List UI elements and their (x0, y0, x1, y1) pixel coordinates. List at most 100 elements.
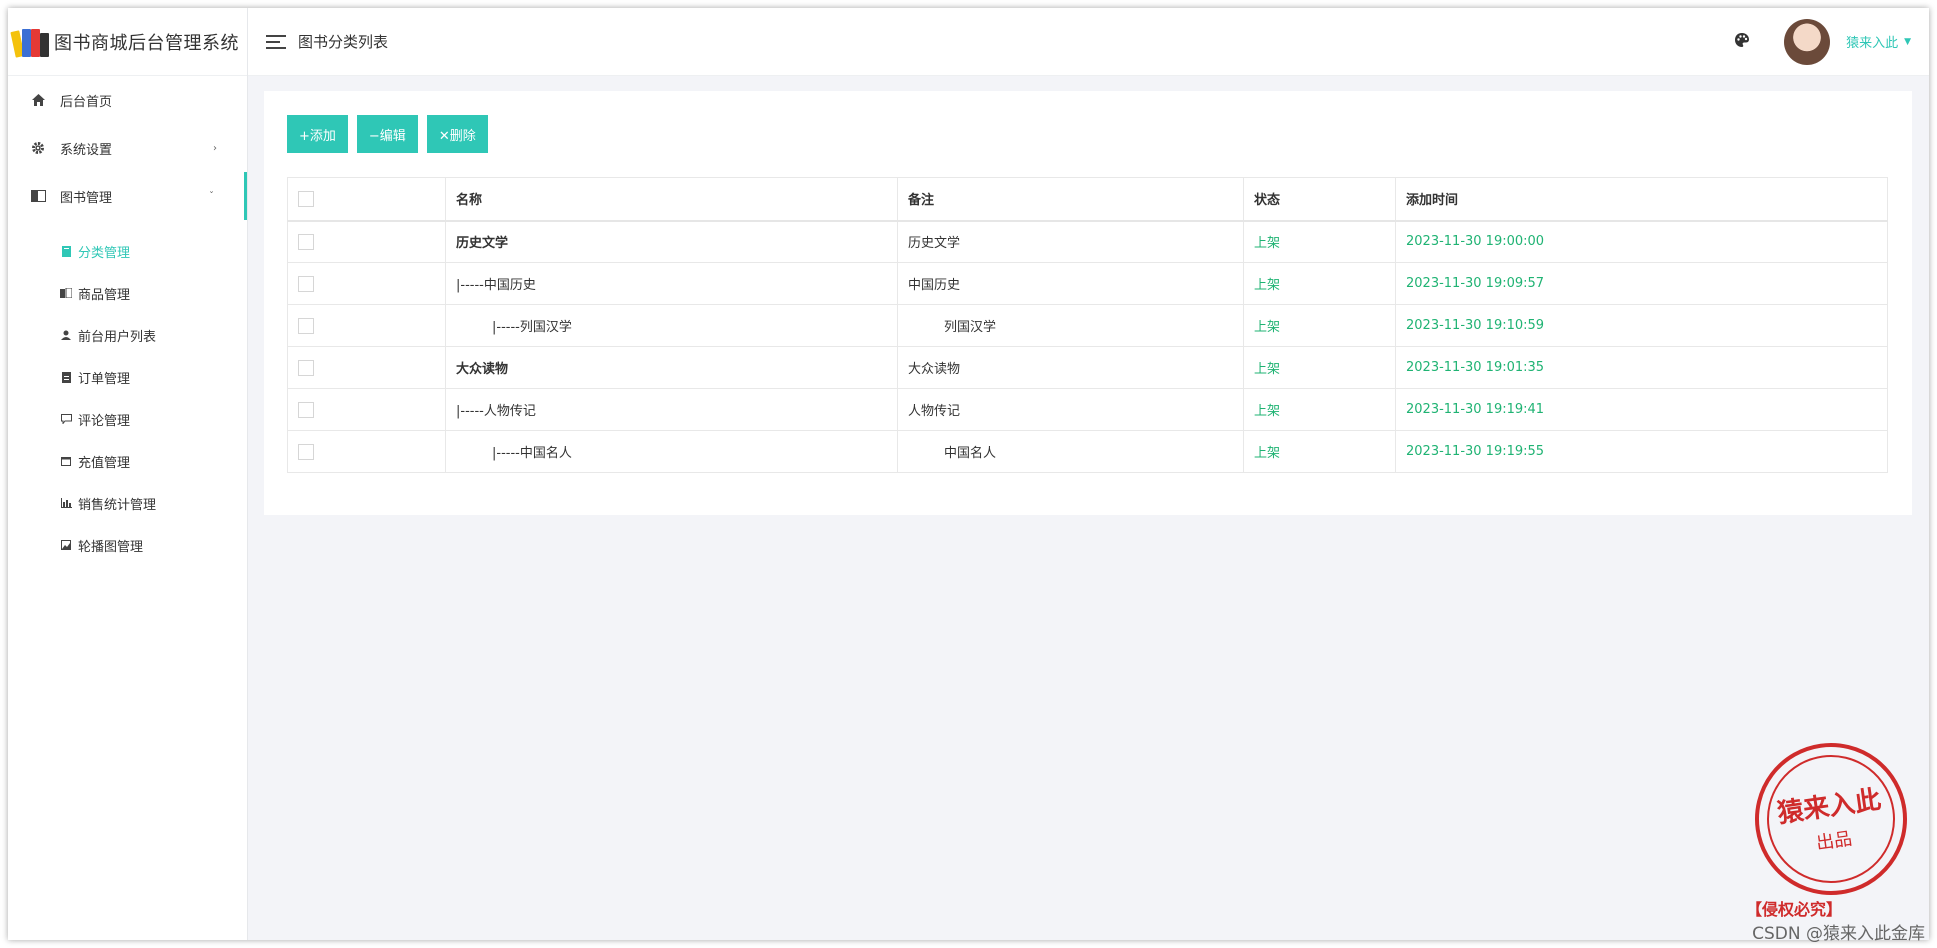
edit-button[interactable]: −编辑 (356, 115, 418, 153)
palette-icon[interactable] (1734, 32, 1750, 52)
row-checkbox[interactable] (298, 317, 314, 334)
table-row[interactable]: |-----中国名人 中国名人 上架 2023-11-30 19:19:55 (287, 430, 1888, 473)
username-dropdown[interactable]: 猿来入此 (1846, 32, 1898, 51)
table-header-row: 名称 备注 状态 添加时间 (287, 177, 1888, 222)
avatar[interactable] (1784, 18, 1831, 65)
main-content: +添加 −编辑 ✕删除 名称 备注 状态 添加时间 历史文学 历史文学 上架 2… (264, 91, 1912, 515)
cell-time: 2023-11-30 19:09:57 (1395, 262, 1888, 305)
table-row[interactable]: |-----列国汉学 列国汉学 上架 2023-11-30 19:10:59 (287, 304, 1888, 347)
logo-icon (10, 27, 49, 58)
cell-status: 上架 (1243, 262, 1396, 305)
table-row[interactable]: 历史文学 历史文学 上架 2023-11-30 19:00:00 (287, 220, 1888, 263)
cell-name: |-----人物传记 (445, 388, 898, 431)
book-open-icon (30, 188, 46, 204)
sidebar-subitem-label: 评论管理 (78, 413, 131, 429)
book-icon (60, 245, 72, 257)
sidebar-subitem-label: 分类管理 (78, 245, 131, 261)
user-icon (60, 329, 72, 341)
sidebar-subitem-comments[interactable]: 评论管理 (8, 398, 247, 440)
caret-down-icon[interactable]: ▼ (1904, 37, 1911, 47)
menu-toggle-icon[interactable] (266, 34, 286, 49)
comment-icon (60, 413, 72, 425)
copyright-notice: 【侵权必究】 (1746, 900, 1843, 919)
csdn-watermark: CSDN @猿来入此金库 (1752, 924, 1925, 944)
app-title: 图书商城后台管理系统 (54, 32, 239, 54)
sidebar-subitem-label: 轮播图管理 (78, 539, 144, 555)
page-title: 图书分类列表 (298, 33, 389, 51)
sidebar-subitem-orders[interactable]: 订单管理 (8, 356, 247, 398)
chevron-right-icon: › (213, 142, 217, 154)
clipboard-icon (60, 371, 72, 383)
sidebar-menu: 后台首页 系统设置 › 图书管理 ˇ (8, 76, 247, 220)
app-window: 图书商城后台管理系统 后台首页 系统设置 › 图书管理 ˇ 分类管理 商品管理 … (8, 8, 1929, 940)
top-header: 图书分类列表 猿来入此 ▼ (248, 8, 1929, 76)
sidebar-item-book-management[interactable]: 图书管理 ˇ (8, 172, 247, 220)
cell-note: 中国历史 (897, 262, 1244, 305)
add-button[interactable]: +添加 (287, 115, 348, 153)
cell-note: 人物传记 (897, 388, 1244, 431)
cell-time: 2023-11-30 19:00:00 (1395, 220, 1888, 263)
chevron-down-icon: ˇ (209, 190, 214, 202)
table-row[interactable]: |-----中国历史 中国历史 上架 2023-11-30 19:09:57 (287, 262, 1888, 305)
sidebar-subitem-label: 订单管理 (78, 371, 131, 387)
sidebar-item-home[interactable]: 后台首页 (8, 76, 247, 124)
cell-time: 2023-11-30 19:10:59 (1395, 304, 1888, 347)
cell-status: 上架 (1243, 304, 1396, 347)
cell-note: 中国名人 (897, 430, 1244, 473)
sidebar-subitem-sales-stats[interactable]: 销售统计管理 (8, 482, 247, 524)
row-checkbox[interactable] (298, 443, 314, 460)
books-icon (60, 287, 72, 299)
cell-note: 大众读物 (897, 346, 1244, 389)
cell-note: 历史文学 (897, 220, 1244, 263)
row-checkbox[interactable] (298, 359, 314, 376)
sidebar-subitem-label: 销售统计管理 (78, 497, 157, 513)
column-header-note[interactable]: 备注 (897, 177, 1244, 222)
cell-status: 上架 (1243, 388, 1396, 431)
category-table: 名称 备注 状态 添加时间 历史文学 历史文学 上架 2023-11-30 19… (287, 177, 1888, 473)
column-header-status[interactable]: 状态 (1243, 177, 1396, 222)
gear-icon (30, 140, 46, 156)
cell-name: |-----中国历史 (445, 262, 898, 305)
sidebar-subitem-recharge[interactable]: 充值管理 (8, 440, 247, 482)
cell-name: |-----中国名人 (445, 430, 898, 473)
sidebar-subitem-carousel[interactable]: 轮播图管理 (8, 524, 247, 566)
delete-button[interactable]: ✕删除 (426, 115, 488, 153)
cell-name: |-----列国汉学 (445, 304, 898, 347)
toolbar: +添加 −编辑 ✕删除 (287, 115, 497, 153)
row-checkbox[interactable] (298, 233, 314, 250)
sidebar-subitem-category[interactable]: 分类管理 (8, 230, 247, 272)
image-icon (60, 539, 72, 551)
cell-note: 列国汉学 (897, 304, 1244, 347)
cell-status: 上架 (1243, 430, 1396, 473)
cell-name: 大众读物 (445, 346, 898, 389)
table-row[interactable]: |-----人物传记 人物传记 上架 2023-11-30 19:19:41 (287, 388, 1888, 431)
sidebar-subitem-label: 商品管理 (78, 287, 131, 303)
cell-time: 2023-11-30 19:19:41 (1395, 388, 1888, 431)
sidebar: 图书商城后台管理系统 后台首页 系统设置 › 图书管理 ˇ 分类管理 商品管理 … (8, 8, 248, 940)
sidebar-item-settings[interactable]: 系统设置 › (8, 124, 247, 172)
header-right: 猿来入此 ▼ (1734, 18, 1911, 65)
bar-chart-icon (60, 497, 72, 509)
watermark-seal: 猿来入此 出品 (1745, 733, 1917, 905)
sidebar-subitem-label: 充值管理 (78, 455, 131, 471)
cell-status: 上架 (1243, 346, 1396, 389)
row-checkbox[interactable] (298, 275, 314, 292)
home-icon (30, 92, 46, 108)
brand: 图书商城后台管理系统 (8, 8, 247, 76)
sidebar-subitem-products[interactable]: 商品管理 (8, 272, 247, 314)
sidebar-submenu: 分类管理 商品管理 前台用户列表 订单管理 评论管理 充值管理 销售统计管理 轮… (8, 220, 247, 566)
sidebar-subitem-label: 前台用户列表 (78, 329, 157, 345)
column-header-name[interactable]: 名称 (445, 177, 898, 222)
sidebar-subitem-users[interactable]: 前台用户列表 (8, 314, 247, 356)
calendar-icon (60, 455, 72, 467)
table-row[interactable]: 大众读物 大众读物 上架 2023-11-30 19:01:35 (287, 346, 1888, 389)
sidebar-item-label: 后台首页 (60, 94, 113, 110)
cell-time: 2023-11-30 19:01:35 (1395, 346, 1888, 389)
cell-status: 上架 (1243, 220, 1396, 263)
select-all-checkbox[interactable] (298, 190, 314, 207)
sidebar-item-label: 图书管理 (60, 190, 113, 206)
row-checkbox[interactable] (298, 401, 314, 418)
sidebar-item-label: 系统设置 (60, 142, 113, 158)
column-header-time[interactable]: 添加时间 (1395, 177, 1888, 222)
cell-name: 历史文学 (445, 220, 898, 263)
